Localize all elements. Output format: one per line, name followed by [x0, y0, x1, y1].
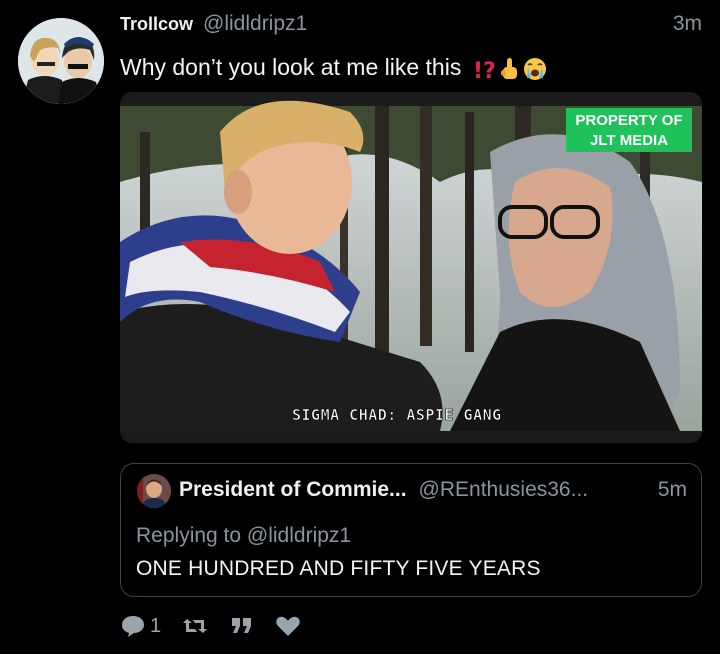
quoted-tweet[interactable]: President of Commie... @REnthusies36... …	[120, 463, 702, 597]
reply-icon	[122, 616, 144, 637]
retweet-icon	[183, 619, 208, 633]
quoted-tweet-text: ONE HUNDRED AND FIFTY FIVE YEARS	[136, 557, 541, 580]
author-avatar[interactable]	[18, 18, 104, 104]
replying-to-handle[interactable]: @lidldripz1	[247, 524, 351, 547]
quoted-author-name[interactable]: President of Commie...	[179, 478, 407, 502]
avatar-illustration	[18, 18, 104, 104]
crying-face-icon	[523, 57, 546, 80]
reply-button[interactable]: 1	[120, 614, 161, 638]
tweet-media-video[interactable]: PROPERTY OF JLT MEDIA SIGMA CHAD: ASPIE …	[120, 92, 702, 443]
watermark-line2: JLT MEDIA	[590, 132, 668, 149]
pointing-up-icon	[500, 57, 517, 79]
watermark-line1: PROPERTY OF	[575, 112, 682, 129]
tweet-body: Why don’t you look at me like this	[120, 54, 462, 80]
tweet-actions: 1	[120, 612, 321, 640]
like-icon	[276, 616, 300, 636]
author-name[interactable]: Trollcow	[120, 14, 193, 35]
svg-text:!?: !?	[473, 59, 496, 82]
quoted-author-avatar[interactable]	[137, 474, 171, 508]
quoted-tweet-timestamp: 5m	[657, 478, 687, 501]
exclamation-question-icon: !?	[473, 59, 496, 82]
tweet-timestamp[interactable]: 3m	[673, 12, 702, 36]
retweet-button[interactable]	[181, 615, 209, 637]
quoted-avatar-image	[137, 474, 171, 508]
tweet-text: Why don’t you look at me like this !?	[120, 54, 548, 82]
quoted-tweet-header: President of Commie... @REnthusies36... …	[179, 478, 687, 502]
author-handle[interactable]: @lidldripz1	[203, 12, 307, 36]
tweet-emojis: !?	[472, 56, 548, 82]
like-button[interactable]	[275, 615, 301, 637]
quoted-author-handle[interactable]: @REnthusies36...	[419, 478, 589, 502]
quote-icon	[232, 618, 252, 633]
video-caption: SIGMA CHAD: ASPIE GANG	[292, 406, 502, 424]
replying-to: Replying to @lidldripz1	[136, 524, 351, 548]
reply-count: 1	[150, 614, 162, 637]
tweet[interactable]: Trollcow @lidldripz1 3m Why don’t you lo…	[0, 0, 720, 654]
video-frame: PROPERTY OF JLT MEDIA SIGMA CHAD: ASPIE …	[120, 92, 702, 443]
tweet-header: Trollcow @lidldripz1 3m	[120, 12, 702, 42]
quote-button[interactable]	[229, 615, 255, 637]
replying-to-label: Replying to	[136, 524, 242, 547]
